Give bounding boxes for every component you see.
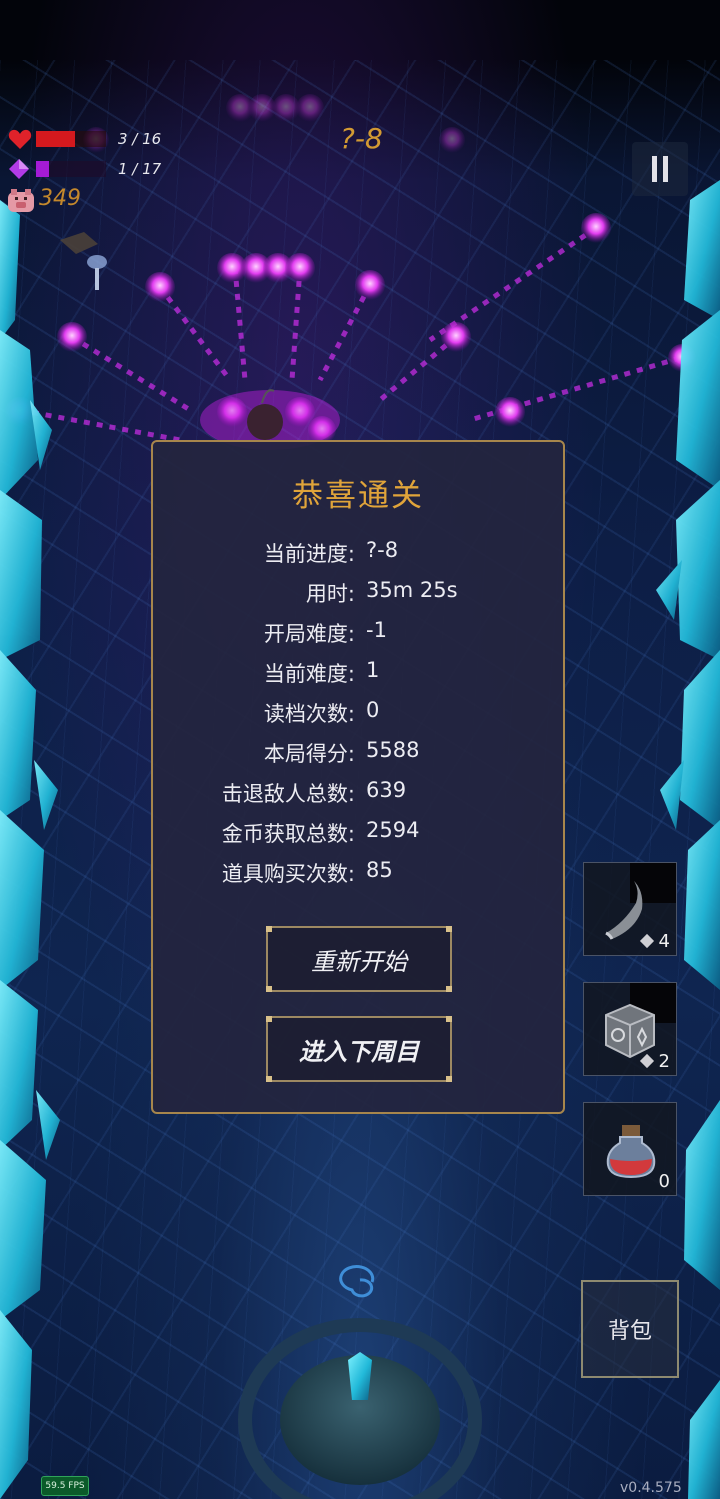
pause-icon-bar: [663, 156, 668, 182]
mana-text: 1 / 17: [118, 160, 162, 178]
gold-count: 349: [39, 186, 81, 211]
mana-bar: [36, 161, 106, 177]
stat-row-purchases: 道具购买次数: 85: [153, 858, 563, 898]
item-slot-horn[interactable]: 4: [583, 862, 677, 956]
stat-row-enemies: 击退敌人总数: 639: [153, 778, 563, 818]
stat-row-current-difficulty: 当前难度: 1: [153, 658, 563, 698]
stat-label: 击退敌人总数:: [221, 782, 355, 806]
next-cycle-button[interactable]: 进入下周目: [266, 1016, 452, 1082]
stat-label: 金币获取总数:: [221, 822, 355, 846]
stat-label: 当前进度:: [263, 542, 355, 566]
item-slot-potion[interactable]: 0: [583, 1102, 677, 1196]
pause-icon: [652, 156, 657, 182]
mana-gem-icon: [9, 159, 29, 179]
restart-button[interactable]: 重新开始: [266, 926, 452, 992]
stat-value: 35m 25s: [366, 578, 458, 602]
stat-label: 开局难度:: [263, 622, 355, 646]
mana-bar-fill: [36, 161, 49, 177]
backpack-button[interactable]: 背包: [581, 1280, 679, 1378]
stat-value: 0: [366, 698, 380, 722]
level-clear-dialog: 恭喜通关 当前进度: ?-8 用时: 35m 25s 开局难度: -1 当前难度…: [151, 440, 565, 1114]
restart-button-label: 重新开始: [311, 947, 407, 976]
piggy-bank-icon: [8, 189, 34, 212]
health-bar-fill: [36, 131, 75, 147]
stat-value: 2594: [366, 818, 420, 842]
stat-label: 当前难度:: [263, 662, 355, 686]
stat-value: ?-8: [366, 538, 399, 562]
next-cycle-button-label: 进入下周目: [299, 1037, 419, 1066]
stat-value: 1: [366, 658, 380, 682]
dialog-title: 恭喜通关: [292, 478, 424, 514]
stat-label: 道具购买次数:: [221, 862, 355, 886]
pause-button[interactable]: [632, 142, 688, 196]
level-indicator: ?-8: [340, 122, 383, 155]
stat-row-load-count: 读档次数: 0: [153, 698, 563, 738]
stat-value: 639: [366, 778, 407, 802]
version-label: v0.4.575: [620, 1480, 682, 1496]
item-count: 2: [658, 1051, 670, 1072]
stat-value: -1: [366, 618, 387, 642]
stat-row-time: 用时: 35m 25s: [153, 578, 563, 618]
stat-value: 85: [366, 858, 393, 882]
stat-row-score: 本局得分: 5588: [153, 738, 563, 778]
fps-counter: 59.5 FPS: [41, 1476, 89, 1496]
item-slot-rune-cube[interactable]: 2: [583, 982, 677, 1076]
heart-icon: [8, 129, 32, 149]
health-bar: [36, 131, 106, 147]
item-count: 0: [658, 1171, 670, 1192]
stat-row-progress: 当前进度: ?-8: [153, 538, 563, 578]
stat-label: 本局得分:: [263, 742, 355, 766]
health-text: 3 / 16: [118, 130, 162, 148]
stat-row-gold: 金币获取总数: 2594: [153, 818, 563, 858]
stat-value: 5588: [366, 738, 420, 762]
stat-label: 读档次数:: [263, 702, 355, 726]
item-count: 4: [658, 931, 670, 952]
stat-label: 用时:: [305, 582, 355, 606]
backpack-button-label: 背包: [607, 1319, 652, 1344]
stat-row-start-difficulty: 开局难度: -1: [153, 618, 563, 658]
